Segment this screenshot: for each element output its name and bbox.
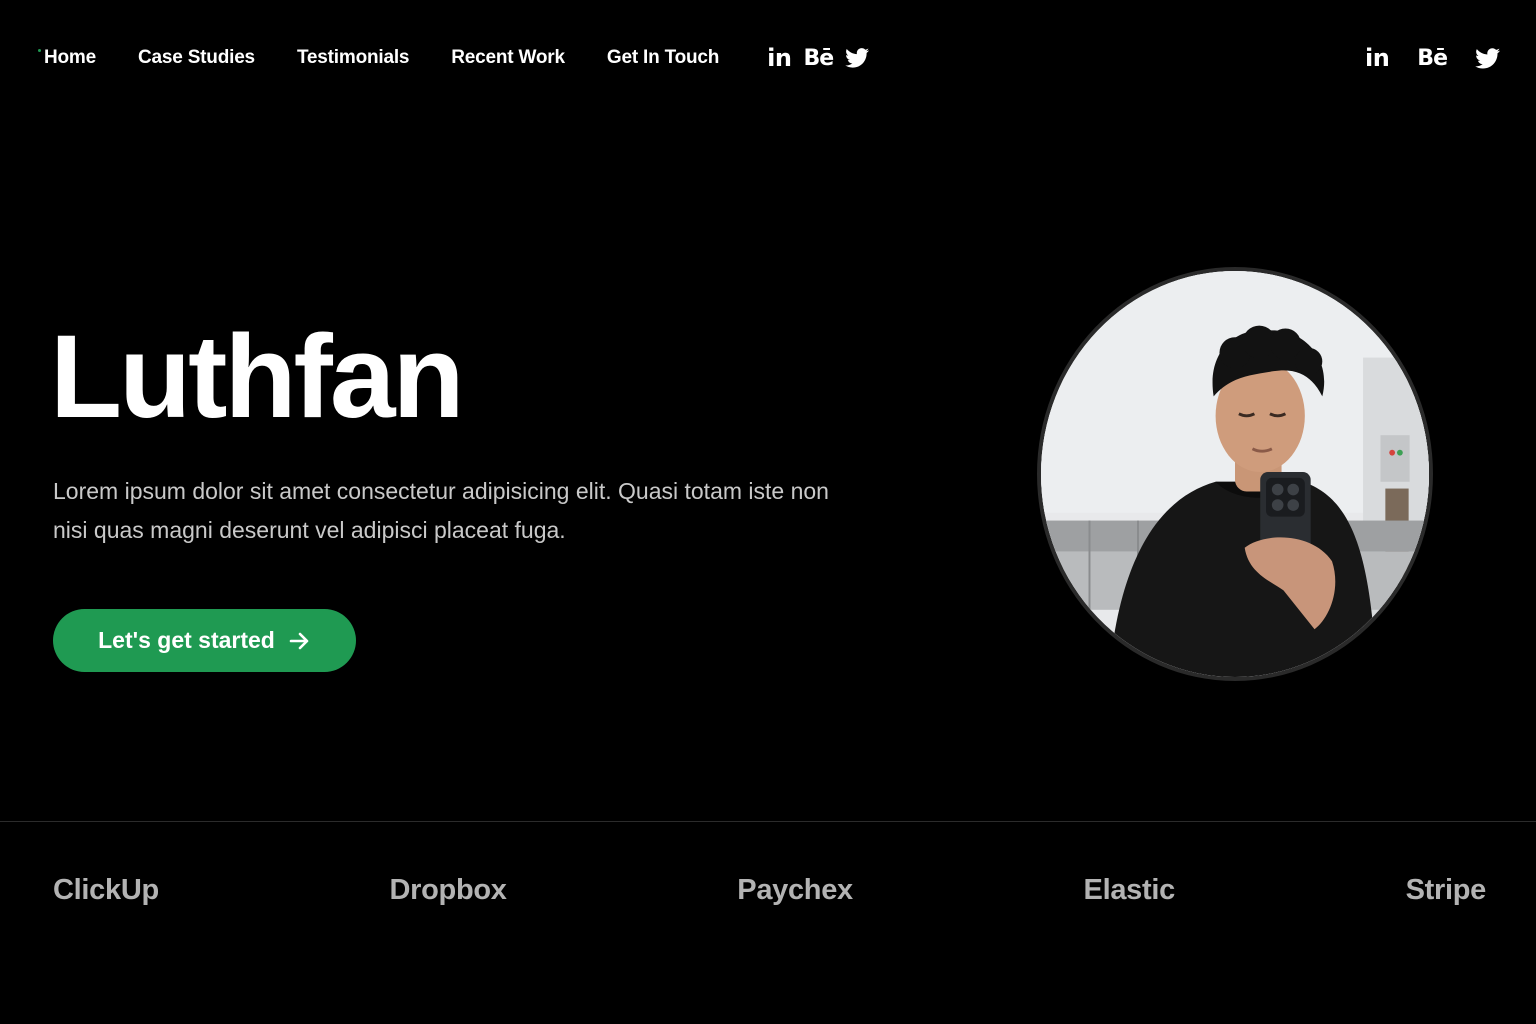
hero-title: Luthfan xyxy=(50,311,465,443)
hero-description: Lorem ipsum dolor sit amet consectetur a… xyxy=(53,478,829,543)
logo-paychex: Paychex xyxy=(737,874,853,906)
twitter-icon[interactable] xyxy=(1475,47,1500,69)
linkedin-icon[interactable]: in xyxy=(1365,44,1390,72)
logo-elastic: Elastic xyxy=(1083,874,1176,906)
logo-stripe: Stripe xyxy=(1405,874,1487,906)
section-divider xyxy=(0,821,1536,822)
landing-page: Home Case Studies Testimonials Recent Wo… xyxy=(0,0,1536,1024)
behance-icon[interactable]: Bē xyxy=(1417,46,1448,71)
client-logos: ClickUp Dropbox Paychex Elastic Stripe xyxy=(53,874,1486,907)
nav-social-right: in Bē xyxy=(1365,44,1500,72)
nav-link-home[interactable]: Home xyxy=(38,47,96,69)
logo-clickup: ClickUp xyxy=(53,874,159,906)
linkedin-icon[interactable]: in xyxy=(767,44,792,72)
nav-social-inline: in Bē xyxy=(767,44,870,72)
nav-link-get-in-touch[interactable]: Get In Touch xyxy=(607,47,719,69)
behance-icon[interactable]: Bē xyxy=(803,46,834,71)
logo-dropbox: Dropbox xyxy=(389,874,507,906)
nav-link-case-studies[interactable]: Case Studies xyxy=(138,47,255,69)
twitter-icon[interactable] xyxy=(845,48,870,68)
get-started-label: Let's get started xyxy=(98,627,275,653)
top-nav: Home Case Studies Testimonials Recent Wo… xyxy=(38,36,1500,80)
arrow-right-icon xyxy=(289,631,311,651)
profile-photo xyxy=(1037,267,1433,681)
get-started-button[interactable]: Let's get started xyxy=(53,609,356,672)
nav-link-recent-work[interactable]: Recent Work xyxy=(451,47,565,69)
nav-links: Home Case Studies Testimonials Recent Wo… xyxy=(38,47,761,69)
nav-link-testimonials[interactable]: Testimonials xyxy=(297,47,410,69)
